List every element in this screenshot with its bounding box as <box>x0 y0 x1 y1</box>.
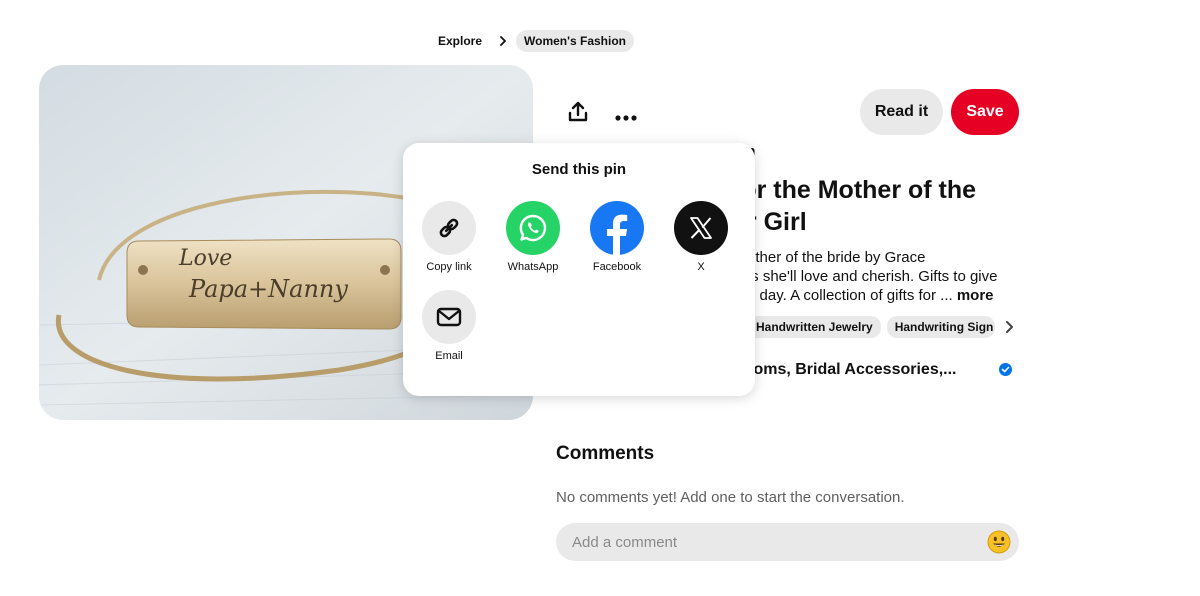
facebook-option[interactable]: Facebook <box>575 201 659 273</box>
email-option[interactable]: Email <box>407 290 491 362</box>
copy-link-button[interactable] <box>422 201 476 255</box>
email-icon <box>436 307 462 327</box>
tag-chip[interactable]: Handwriting Sign <box>886 316 995 338</box>
tag-chip[interactable]: Handwritten Jewelry <box>748 316 881 338</box>
engraving-line-2: Papa+Nanny <box>188 275 348 303</box>
whatsapp-icon <box>519 214 547 242</box>
x-label: X <box>697 261 705 273</box>
share-icon <box>568 101 588 122</box>
facebook-icon <box>607 214 628 255</box>
board-name[interactable]: rlooms, Bridal Accessories,... <box>733 361 957 379</box>
email-button[interactable] <box>422 290 476 344</box>
pin-description-line-3-text: g day. A collection of gifts for ... <box>747 287 953 304</box>
more-options-button[interactable] <box>606 98 646 138</box>
whatsapp-button[interactable] <box>506 201 560 255</box>
read-it-button[interactable]: Read it <box>860 89 943 135</box>
share-button[interactable] <box>558 92 598 132</box>
tag-list: Handwritten Jewelry Handwriting Sign <box>748 316 1017 338</box>
whatsapp-label: WhatsApp <box>507 261 559 273</box>
comments-heading: Comments <box>556 443 655 464</box>
smiley-icon <box>987 530 1011 554</box>
breadcrumb-explore[interactable]: Explore <box>430 30 490 52</box>
x-icon <box>690 217 712 239</box>
x-option[interactable]: X <box>659 201 743 273</box>
whatsapp-option[interactable]: WhatsApp <box>491 201 575 273</box>
link-icon <box>439 218 459 238</box>
save-button[interactable]: Save <box>951 89 1019 135</box>
breadcrumb: Explore Women's Fashion <box>430 29 634 53</box>
copy-link-label: Copy link <box>426 261 472 273</box>
no-comments-text: No comments yet! Add one to start the co… <box>556 489 905 506</box>
email-label: Email <box>435 350 463 362</box>
engraving-line-1: Love <box>178 246 232 271</box>
facebook-label: Facebook <box>592 261 642 273</box>
chevron-right-icon <box>496 34 510 48</box>
ellipsis-icon <box>615 115 637 121</box>
facebook-button[interactable] <box>590 201 644 255</box>
chevron-right-icon[interactable] <box>1001 319 1017 335</box>
x-button[interactable] <box>674 201 728 255</box>
verified-icon <box>999 363 1012 376</box>
comment-input[interactable] <box>556 523 1019 561</box>
copy-link-option[interactable]: Copy link <box>407 201 491 273</box>
more-link[interactable]: more <box>957 287 994 304</box>
share-popover-title: Send this pin <box>531 161 627 178</box>
share-popover: Send this pin Copy link WhatsApp Faceboo… <box>403 143 755 396</box>
breadcrumb-womens-fashion[interactable]: Women's Fashion <box>516 30 634 52</box>
emoji-button[interactable] <box>987 530 1011 554</box>
